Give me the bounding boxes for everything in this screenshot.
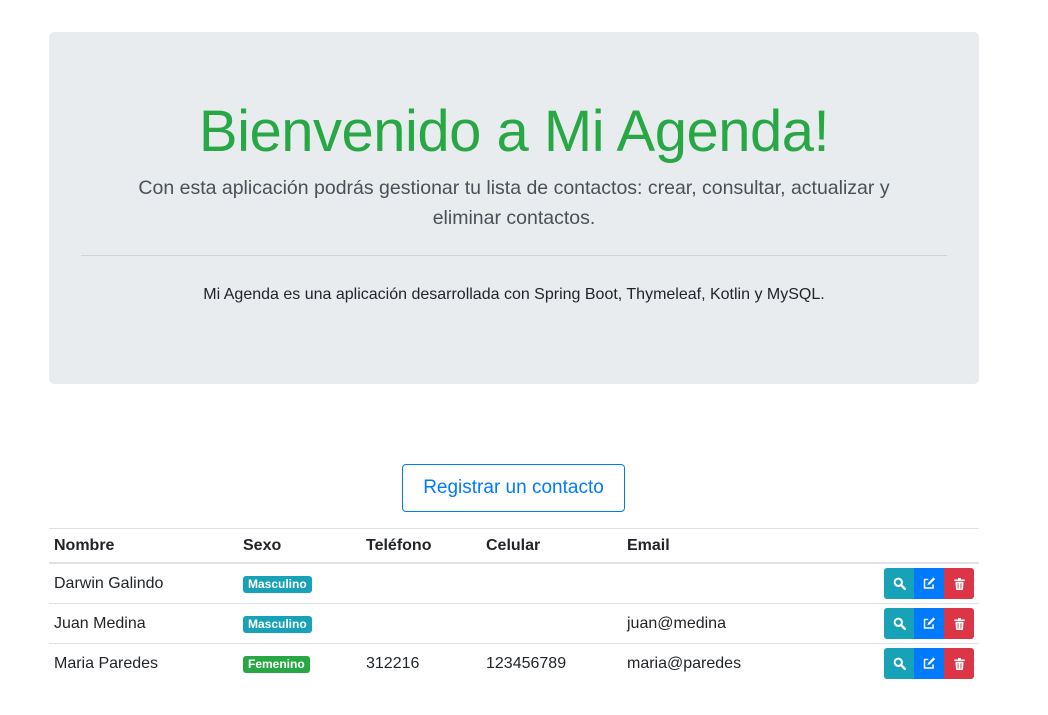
- view-contact-button[interactable]: [884, 568, 914, 599]
- trash-icon: [953, 577, 965, 590]
- edit-icon: [923, 617, 936, 629]
- header-sexo: Sexo: [238, 528, 361, 564]
- page-title: Bienvenido a Mi Agenda!: [198, 99, 830, 164]
- table-row: Juan Medina Masculino juan@medina: [49, 603, 979, 644]
- delete-contact-button[interactable]: [944, 608, 974, 639]
- cell-celular: [481, 562, 622, 604]
- trash-icon: [953, 617, 965, 630]
- cell-email: maria@paredes: [622, 643, 820, 683]
- cell-celular: [481, 603, 622, 644]
- delete-contact-button[interactable]: [944, 568, 974, 599]
- search-icon: [893, 657, 906, 670]
- sexo-badge: Femenino: [243, 655, 310, 673]
- view-contact-button[interactable]: [884, 648, 914, 679]
- sexo-badge: Masculino: [243, 575, 312, 593]
- table-header-row: Nombre Sexo Teléfono Celular Email: [49, 528, 979, 564]
- cell-sexo: Masculino: [238, 562, 361, 604]
- welcome-jumbotron: Bienvenido a Mi Agenda! Con esta aplicac…: [49, 32, 979, 384]
- header-celular: Celular: [481, 528, 622, 564]
- header-actions: [819, 528, 979, 564]
- cell-nombre: Maria Paredes: [49, 643, 238, 683]
- cell-telefono: [361, 562, 481, 604]
- cell-telefono: 312216: [361, 643, 481, 683]
- edit-contact-button[interactable]: [914, 648, 944, 679]
- table-row: Maria Paredes Femenino 312216 123456789 …: [49, 643, 979, 683]
- cell-sexo: Masculino: [238, 603, 361, 644]
- cell-email: juan@medina: [622, 603, 820, 644]
- header-nombre: Nombre: [49, 528, 238, 564]
- row-actions: [884, 568, 974, 599]
- edit-contact-button[interactable]: [914, 568, 944, 599]
- contacts-table: Nombre Sexo Teléfono Celular Email Darwi…: [49, 528, 979, 683]
- header-email: Email: [622, 528, 820, 564]
- cell-actions: [819, 603, 979, 644]
- cell-celular: 123456789: [481, 643, 622, 683]
- row-actions: [884, 608, 974, 639]
- cell-actions: [819, 562, 979, 604]
- trash-icon: [953, 657, 965, 670]
- cell-telefono: [361, 603, 481, 644]
- edit-icon: [923, 657, 936, 669]
- sexo-badge: Masculino: [243, 615, 312, 633]
- cell-nombre: Darwin Galindo: [49, 562, 238, 604]
- edit-contact-button[interactable]: [914, 608, 944, 639]
- divider: [81, 255, 947, 256]
- cell-nombre: Juan Medina: [49, 603, 238, 644]
- cell-sexo: Femenino: [238, 643, 361, 683]
- delete-contact-button[interactable]: [944, 648, 974, 679]
- table-row: Darwin Galindo Masculino: [49, 562, 979, 604]
- header-telefono: Teléfono: [361, 528, 481, 564]
- view-contact-button[interactable]: [884, 608, 914, 639]
- cell-email: [622, 562, 820, 604]
- search-icon: [893, 577, 906, 590]
- row-actions: [884, 648, 974, 679]
- info-text: Mi Agenda es una aplicación desarrollada…: [203, 286, 825, 303]
- cell-actions: [819, 643, 979, 683]
- search-icon: [893, 617, 906, 630]
- lead-text: Con esta aplicación podrás gestionar tu …: [138, 177, 890, 229]
- edit-icon: [923, 577, 936, 589]
- register-contact-button[interactable]: Registrar un contacto: [402, 464, 625, 512]
